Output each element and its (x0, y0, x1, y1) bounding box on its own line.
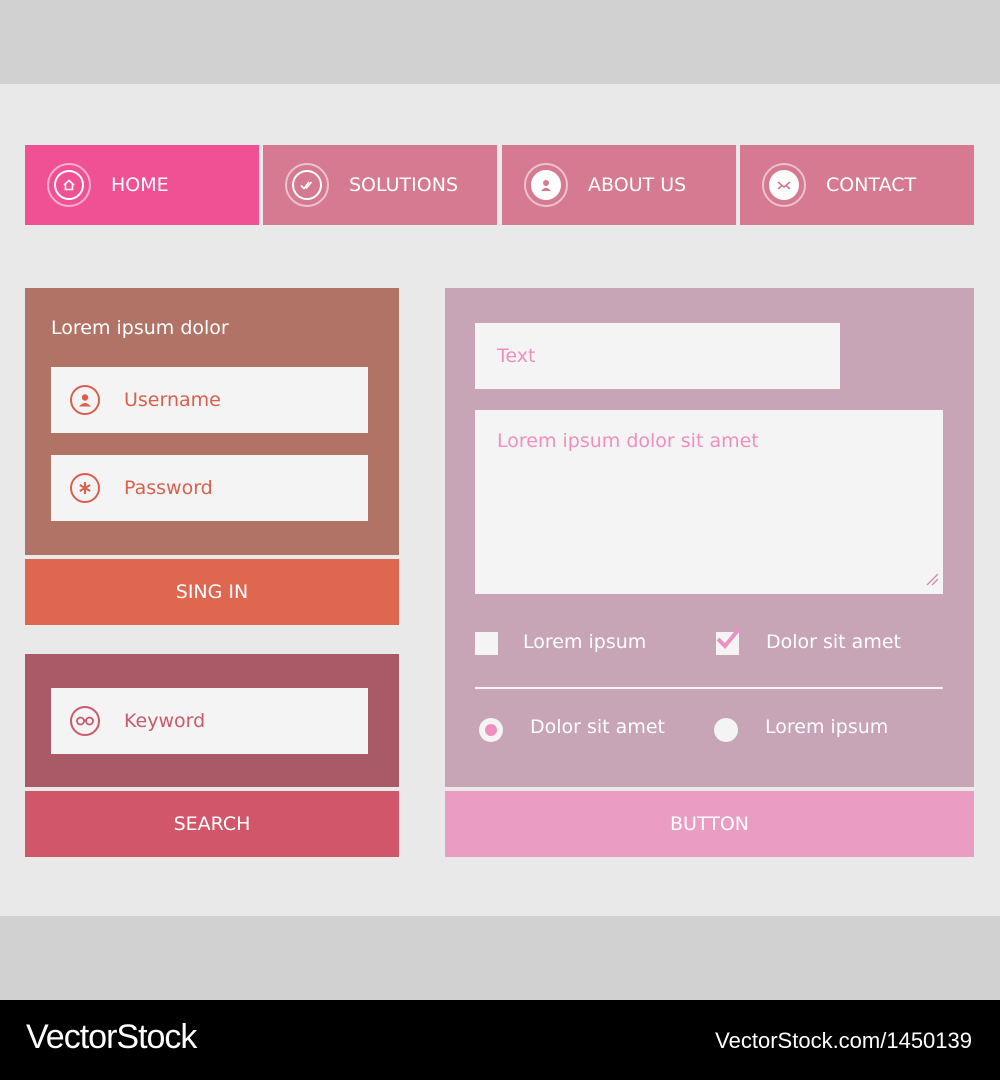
home-icon (47, 163, 91, 207)
nav-item-solutions[interactable]: SOLUTIONS (263, 145, 497, 225)
footer-bar: VectorStock VectorStock.com/1450139 (0, 1000, 1000, 1080)
username-field[interactable]: Username (51, 367, 368, 433)
text-input-placeholder: Text (497, 345, 536, 367)
textarea-placeholder: Lorem ipsum dolor sit amet (497, 430, 759, 452)
user-icon (70, 385, 100, 415)
check-icon (285, 163, 329, 207)
user-icon (524, 163, 568, 207)
radio-2-label: Lorem ipsum (765, 716, 889, 738)
nav-label: CONTACT (826, 174, 917, 196)
textarea[interactable]: Lorem ipsum dolor sit amet (475, 410, 943, 594)
checkbox-2-label: Dolor sit amet (766, 631, 901, 653)
radio-1[interactable] (479, 718, 503, 742)
password-placeholder: Password (124, 477, 213, 499)
search-button[interactable]: SEARCH (25, 791, 399, 857)
checkbox-1-label: Lorem ipsum (523, 631, 647, 653)
sign-in-button[interactable]: SING IN (25, 559, 399, 625)
form-button[interactable]: BUTTON (445, 791, 974, 857)
login-title: Lorem ipsum dolor (51, 317, 229, 339)
checkbox-2[interactable] (716, 627, 741, 655)
resize-handle-icon[interactable] (925, 571, 939, 590)
nav-item-contact[interactable]: CONTACT (740, 145, 974, 225)
password-field[interactable]: Password (51, 455, 368, 521)
nav-label: HOME (111, 174, 169, 196)
nav-label: SOLUTIONS (349, 174, 458, 196)
username-placeholder: Username (124, 389, 221, 411)
asterisk-icon (70, 473, 100, 503)
radio-1-label: Dolor sit amet (530, 716, 665, 738)
checkbox-1[interactable] (475, 632, 498, 655)
text-input[interactable]: Text (475, 323, 840, 389)
nav-label: ABOUT US (588, 174, 687, 196)
mail-icon (762, 163, 806, 207)
divider (475, 687, 943, 689)
nav-item-about-us[interactable]: ABOUT US (502, 145, 736, 225)
nav-item-home[interactable]: HOME (25, 145, 259, 225)
image-reference: VectorStock.com/1450139 (715, 1028, 972, 1053)
radio-2[interactable] (714, 718, 738, 742)
glasses-icon (70, 706, 100, 736)
brand-logo: VectorStock (26, 1018, 197, 1056)
keyword-field[interactable]: Keyword (51, 688, 368, 754)
checkmark-icon (716, 627, 741, 649)
keyword-placeholder: Keyword (124, 710, 206, 732)
